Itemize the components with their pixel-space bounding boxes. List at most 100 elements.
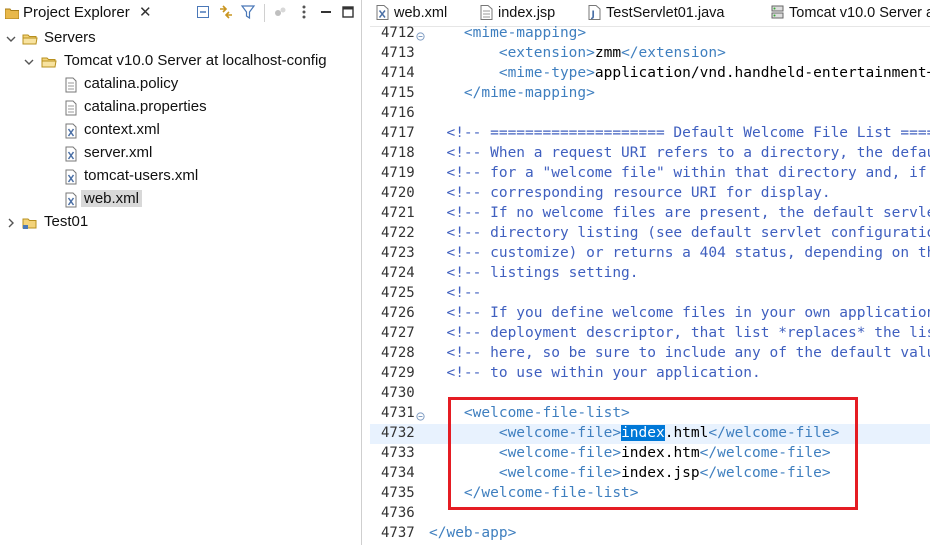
xml-comment: <!-- listings setting. [429, 265, 639, 281]
tree-node-label: Test01 [44, 213, 89, 230]
line-number: 4737 [381, 525, 415, 541]
line-number: 4725 [381, 285, 415, 301]
code-line[interactable]: 4718 <!-- When a request URI refers to a… [370, 144, 930, 164]
code-text: <!-- If no welcome files are present, th… [429, 205, 930, 221]
tab-index-jsp[interactable]: index.jsp [474, 0, 578, 26]
code-text: <mime-mapping> [429, 25, 586, 41]
minimize-icon[interactable] [318, 4, 334, 20]
xml-comment: <!-- to use within your application. [429, 365, 761, 381]
code-line[interactable]: 4716 [370, 104, 930, 124]
code-text: <!-- corresponding resource URI for disp… [429, 185, 830, 201]
line-number: 4718 [381, 145, 415, 161]
xml-comment: <!-- If you define welcome files in your… [446, 305, 930, 321]
filter-icon[interactable] [240, 4, 256, 20]
text-file-icon [63, 100, 79, 116]
tab-label: Tomcat v10.0 Server at [789, 5, 930, 21]
tab-tomcat-server[interactable]: Tomcat v10.0 Server at [765, 0, 930, 26]
link-with-editor-icon[interactable] [218, 4, 234, 20]
xml-file-icon [376, 5, 389, 20]
line-number: 4719 [381, 165, 415, 181]
code-line[interactable]: 4717 <!-- ==================== Default W… [370, 124, 930, 144]
code-text: </mime-mapping> [429, 85, 595, 101]
tree-node-server-xml[interactable]: server.xml [0, 143, 361, 165]
folder-icon [22, 31, 38, 47]
code-text: <!-- deployment descriptor, that list *r… [429, 325, 930, 341]
code-line[interactable]: 4728 <!-- here, so be sure to include an… [370, 344, 930, 364]
tree-node-catalina-properties[interactable]: catalina.properties [0, 97, 361, 119]
xml-comment: <!-- customize) or returns a 404 status,… [446, 245, 930, 261]
xml-file-icon [63, 123, 79, 139]
tree-node-label: Tomcat v10.0 Server at localhost-config [64, 52, 327, 69]
code-line[interactable]: 4713 <extension>zmm</extension> [370, 44, 930, 64]
code-text: <mime-type>application/vnd.handheld-ente… [429, 65, 930, 81]
line-number: 4733 [381, 445, 415, 461]
tree-node-web-xml[interactable]: web.xml [0, 189, 361, 211]
fold-toggle-icon[interactable] [416, 28, 425, 41]
line-number: 4721 [381, 205, 415, 221]
folder-icon [41, 54, 57, 70]
chevron-right-icon[interactable] [6, 216, 16, 228]
line-number: 4712 [381, 25, 415, 41]
focus-icon[interactable] [272, 4, 288, 20]
code-text: <!-- When a request URI refers to a dire… [429, 145, 930, 161]
fold-toggle-icon[interactable] [416, 408, 425, 421]
line-number: 4713 [381, 45, 415, 61]
code-line[interactable]: 4724 <!-- listings setting. [370, 264, 930, 284]
code-line[interactable]: 4714 <mime-type>application/vnd.handheld… [370, 64, 930, 84]
close-icon[interactable]: ✕ [139, 3, 152, 21]
line-number: 4724 [381, 265, 415, 281]
code-line[interactable]: 4725 <!-- [370, 284, 930, 304]
xml-tag: </mime-mapping> [463, 85, 595, 101]
tree-node-servers[interactable]: Servers [0, 28, 361, 50]
code-line[interactable]: 4712 <mime-mapping> [370, 24, 930, 44]
code-line[interactable]: 4720 <!-- corresponding resource URI for… [370, 184, 930, 204]
code-line[interactable]: 4727 <!-- deployment descriptor, that li… [370, 324, 930, 344]
chevron-down-icon[interactable] [24, 55, 34, 67]
code-line[interactable]: 4721 <!-- If no welcome files are presen… [370, 204, 930, 224]
line-number: 4731 [381, 405, 415, 421]
code-line[interactable]: 4726 <!-- If you define welcome files in… [370, 304, 930, 324]
code-line[interactable]: 4719 <!-- for a "welcome file" within th… [370, 164, 930, 184]
line-number: 4734 [381, 465, 415, 481]
code-line[interactable]: 4722 <!-- directory listing (see default… [370, 224, 930, 244]
tree-node-label: context.xml [84, 121, 160, 138]
code-line[interactable]: 4737 </web-app> [370, 524, 930, 544]
line-number: 4732 [381, 425, 415, 441]
xml-comment: <!-- here, so be sure to include any of … [446, 345, 930, 361]
xml-file-icon [63, 146, 79, 162]
code-line[interactable]: 4729 <!-- to use within your application… [370, 364, 930, 384]
xml-file-icon [63, 192, 79, 208]
tree-node-label: web.xml [81, 190, 143, 207]
tab-web-xml[interactable]: web.xml [370, 0, 472, 26]
annotation-highlight-box [448, 397, 858, 510]
sash-gap [362, 0, 370, 545]
code-text: <!-- If you define welcome files in your… [429, 305, 930, 321]
maximize-icon[interactable] [340, 4, 356, 20]
line-number: 4730 [381, 385, 415, 401]
tree-node-tomcat-users-xml[interactable]: tomcat-users.xml [0, 166, 361, 188]
tree-node-test01[interactable]: Test01 [0, 212, 361, 234]
code-text: <!-- customize) or returns a 404 status,… [429, 245, 930, 261]
xml-tag: <mime-mapping> [463, 25, 587, 41]
view-menu-icon[interactable] [296, 4, 312, 20]
code-text: <!-- listings setting. [429, 265, 639, 281]
xml-comment: <!-- deployment descriptor, that list *r… [446, 325, 930, 341]
tree-node-context-xml[interactable]: context.xml [0, 120, 361, 142]
tree-node-tomcat-config[interactable]: Tomcat v10.0 Server at localhost-config [0, 51, 361, 73]
tree-node-catalina-policy[interactable]: catalina.policy [0, 74, 361, 96]
code-line[interactable]: 4715 </mime-mapping> [370, 84, 930, 104]
code-token: application/vnd.handheld-entertainment+x… [594, 65, 930, 81]
xml-tag: <extension> [498, 45, 595, 61]
xml-comment: <!-- If no welcome files are present, th… [446, 205, 930, 221]
line-number: 4717 [381, 125, 415, 141]
collapse-all-icon[interactable] [195, 4, 211, 20]
chevron-down-icon[interactable] [6, 32, 16, 44]
code-text: <!-- here, so be sure to include any of … [429, 345, 930, 361]
code-line[interactable]: 4723 <!-- customize) or returns a 404 st… [370, 244, 930, 264]
project-explorer-tab[interactable]: Project Explorer ✕ [0, 0, 158, 26]
tab-label: index.jsp [498, 5, 556, 21]
tab-testservlet01-java[interactable]: J TestServlet01.java [582, 0, 762, 26]
text-file-icon [63, 77, 79, 93]
